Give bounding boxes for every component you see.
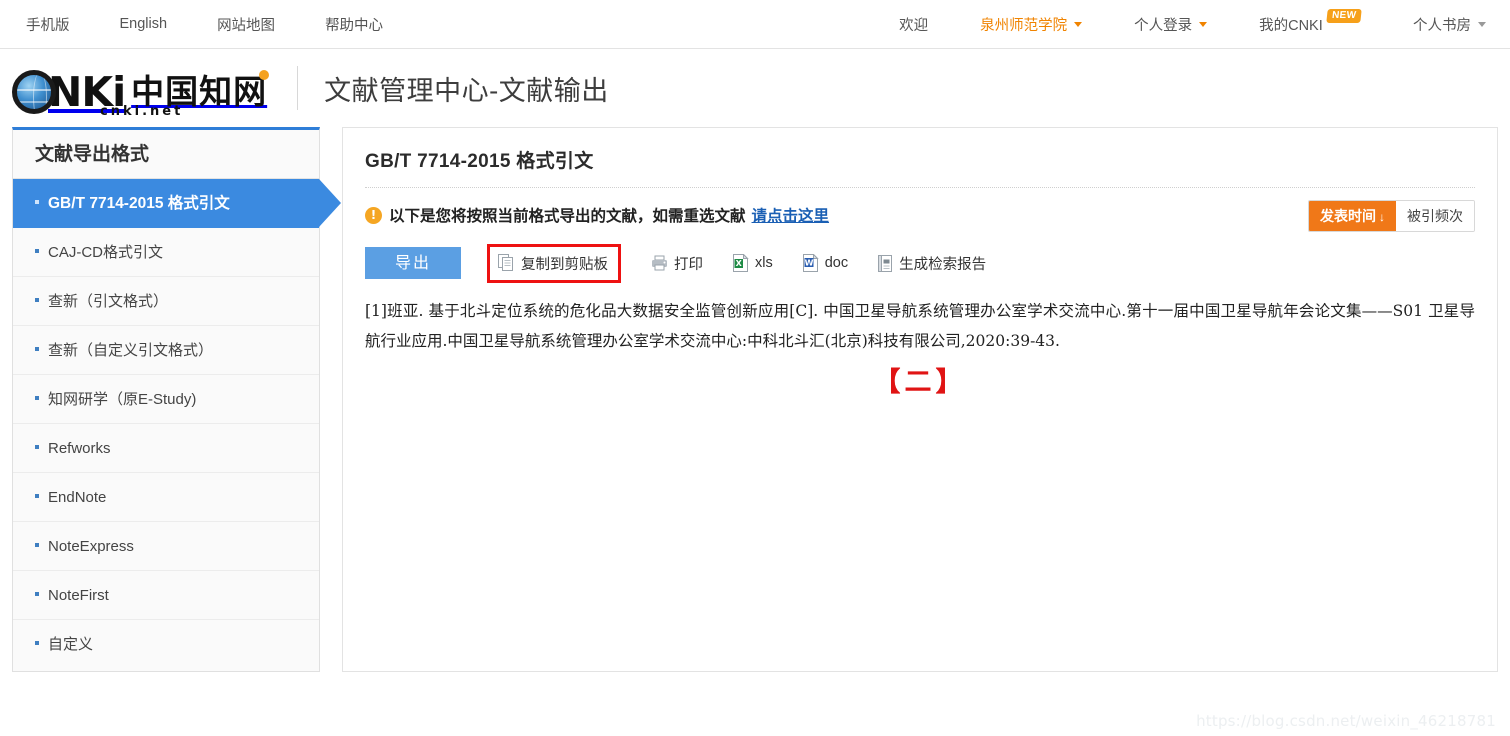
sidebar-item-estudy[interactable]: 知网研学（原E-Study) (13, 375, 319, 424)
personal-login-menu[interactable]: 个人登录 (1134, 14, 1208, 35)
site-header: NKi 中国知网 cnki.net 文献管理中心-文献输出 (0, 49, 1510, 127)
sidebar-item-label: GB/T 7714-2015 格式引文 (48, 195, 230, 212)
personal-library-label: 个人书房 (1413, 17, 1471, 34)
copy-to-clipboard-label: 复制到剪贴板 (521, 256, 608, 273)
sidebar-title: 文献导出格式 (13, 130, 319, 179)
copy-to-clipboard-button[interactable]: 复制到剪贴板 (487, 243, 621, 283)
sidebar-item-novelty-custom[interactable]: 查新（自定义引文格式） (13, 326, 319, 375)
main-content-panel: GB/T 7714-2015 格式引文 ! 以下是您将按照当前格式导出的文献，如… (342, 127, 1498, 672)
sidebar-item-gbt7714[interactable]: GB/T 7714-2015 格式引文 (13, 179, 341, 228)
generate-search-report-button[interactable]: 生成检索报告 (878, 253, 986, 274)
bullet-icon (35, 445, 39, 450)
print-button[interactable]: 打印 (651, 253, 703, 274)
bullet-icon (35, 347, 39, 352)
page-title: 文献管理中心-文献输出 (324, 75, 609, 107)
notice-row: ! 以下是您将按照当前格式导出的文献，如需重选文献 请点击这里 发表时间 ↓ 被引… (365, 200, 1475, 232)
sidebar-item-endnote[interactable]: EndNote (13, 473, 319, 522)
sidebar-item-label: 自定义 (48, 636, 94, 653)
report-label: 生成检索报告 (899, 256, 987, 273)
chevron-down-icon (1478, 21, 1486, 27)
bullet-icon (35, 494, 39, 499)
sidebar-item-novelty-citation[interactable]: 查新（引文格式） (13, 277, 319, 326)
chevron-down-icon (1199, 21, 1208, 27)
watermark: https://blog.csdn.net/weixin_46218781 (1196, 712, 1496, 730)
svg-text:W: W (804, 259, 813, 268)
page-body: 文献导出格式 GB/T 7714-2015 格式引文 CAJ-CD格式引文 查新… (0, 127, 1510, 672)
sort-publish-time-label: 发表时间 (1320, 208, 1376, 224)
logo-dot-icon (259, 70, 270, 80)
personal-library-menu[interactable]: 个人书房 (1413, 14, 1486, 35)
sidebar-item-custom[interactable]: 自定义 (13, 620, 319, 669)
sidebar-item-label: NoteExpress (48, 538, 134, 555)
sidebar-item-cajcd[interactable]: CAJ-CD格式引文 (13, 228, 319, 277)
bullet-icon (35, 249, 39, 254)
sidebar-item-label: 查新（自定义引文格式） (48, 342, 214, 359)
bullet-icon (35, 592, 39, 597)
printer-icon (651, 255, 668, 271)
sort-by-publish-time-button[interactable]: 发表时间 ↓ (1309, 201, 1396, 231)
institution-label: 泉州师范学院 (980, 17, 1068, 34)
sidebar-item-label: NoteFirst (48, 587, 109, 604)
export-doc-button[interactable]: W doc (802, 253, 849, 272)
bullet-icon (35, 396, 39, 401)
welcome-label: 欢迎 (899, 17, 929, 34)
bullet-icon (35, 641, 39, 646)
sidebar-item-label: CAJ-CD格式引文 (48, 244, 163, 261)
print-label: 打印 (674, 256, 703, 273)
bullet-icon (35, 543, 39, 548)
chevron-down-icon (1074, 21, 1083, 27)
doc-file-icon: W (802, 253, 819, 272)
nav-link-site-map[interactable]: 网站地图 (217, 14, 275, 35)
annotation-marker: 【二】 (873, 367, 967, 398)
nav-link-english[interactable]: English (120, 16, 168, 32)
nav-link-help-center[interactable]: 帮助中心 (325, 14, 383, 35)
export-toolbar: 导出 复制到剪贴板 打印 X xls W doc 生成检索报告 (365, 243, 1475, 283)
personal-login-label: 个人登录 (1134, 17, 1193, 34)
logo-domain: cnki.net (100, 104, 184, 119)
svg-text:X: X (736, 259, 743, 268)
xls-file-icon: X (733, 253, 749, 272)
xls-label: xls (755, 255, 773, 271)
export-button[interactable]: 导出 (365, 247, 461, 279)
new-badge: NEW (1326, 9, 1362, 23)
header-divider (297, 66, 299, 110)
sidebar-item-label: EndNote (48, 489, 107, 506)
export-format-sidebar: 文献导出格式 GB/T 7714-2015 格式引文 CAJ-CD格式引文 查新… (12, 127, 341, 672)
sort-cited-count-label: 被引频次 (1407, 208, 1463, 224)
cnki-logo[interactable]: NKi 中国知网 cnki.net (12, 60, 270, 119)
nav-link-mobile-version[interactable]: 手机版 (26, 14, 70, 35)
top-nav-right: 欢迎 泉州师范学院 个人登录 我的CNKI NEW 个人书房 (847, 9, 1510, 35)
sort-descending-icon: ↓ (1379, 210, 1385, 224)
export-xls-button[interactable]: X xls (733, 253, 773, 272)
report-book-icon (878, 254, 893, 272)
top-nav-left: 手机版 English 网站地图 帮助中心 (0, 14, 433, 35)
sidebar-item-label: 知网研学（原E-Study) (48, 391, 197, 408)
sort-toggle-group: 发表时间 ↓ 被引频次 (1308, 200, 1475, 232)
sidebar-item-noteexpress[interactable]: NoteExpress (13, 522, 319, 571)
notice-text: 以下是您将按照当前格式导出的文献，如需重选文献 (389, 206, 746, 225)
institution-menu[interactable]: 泉州师范学院 (980, 14, 1083, 35)
warning-icon: ! (365, 206, 382, 224)
sort-by-cited-count-button[interactable]: 被引频次 (1396, 201, 1474, 231)
bullet-icon (35, 298, 39, 303)
reselect-documents-link[interactable]: 请点击这里 (752, 204, 830, 226)
top-nav-bar: 手机版 English 网站地图 帮助中心 欢迎 泉州师范学院 个人登录 我的C… (0, 0, 1510, 49)
sidebar-item-label: Refworks (48, 440, 111, 457)
sidebar-item-label: 查新（引文格式） (48, 293, 169, 310)
sidebar-item-refworks[interactable]: Refworks (13, 424, 319, 473)
title-divider (365, 187, 1475, 188)
clipboard-icon (498, 254, 515, 272)
my-cnki-link[interactable]: 我的CNKI NEW (1259, 9, 1362, 35)
content-title: GB/T 7714-2015 格式引文 (365, 151, 594, 172)
sidebar-item-notefirst[interactable]: NoteFirst (13, 571, 319, 620)
my-cnki-label: 我的CNKI (1259, 17, 1323, 34)
doc-label: doc (824, 255, 849, 271)
citation-text: [1]班亚. 基于北斗定位系统的危化品大数据安全监管创新应用[C]. 中国卫星导… (365, 302, 1475, 350)
globe-icon (12, 70, 56, 114)
bullet-icon (35, 199, 39, 204)
